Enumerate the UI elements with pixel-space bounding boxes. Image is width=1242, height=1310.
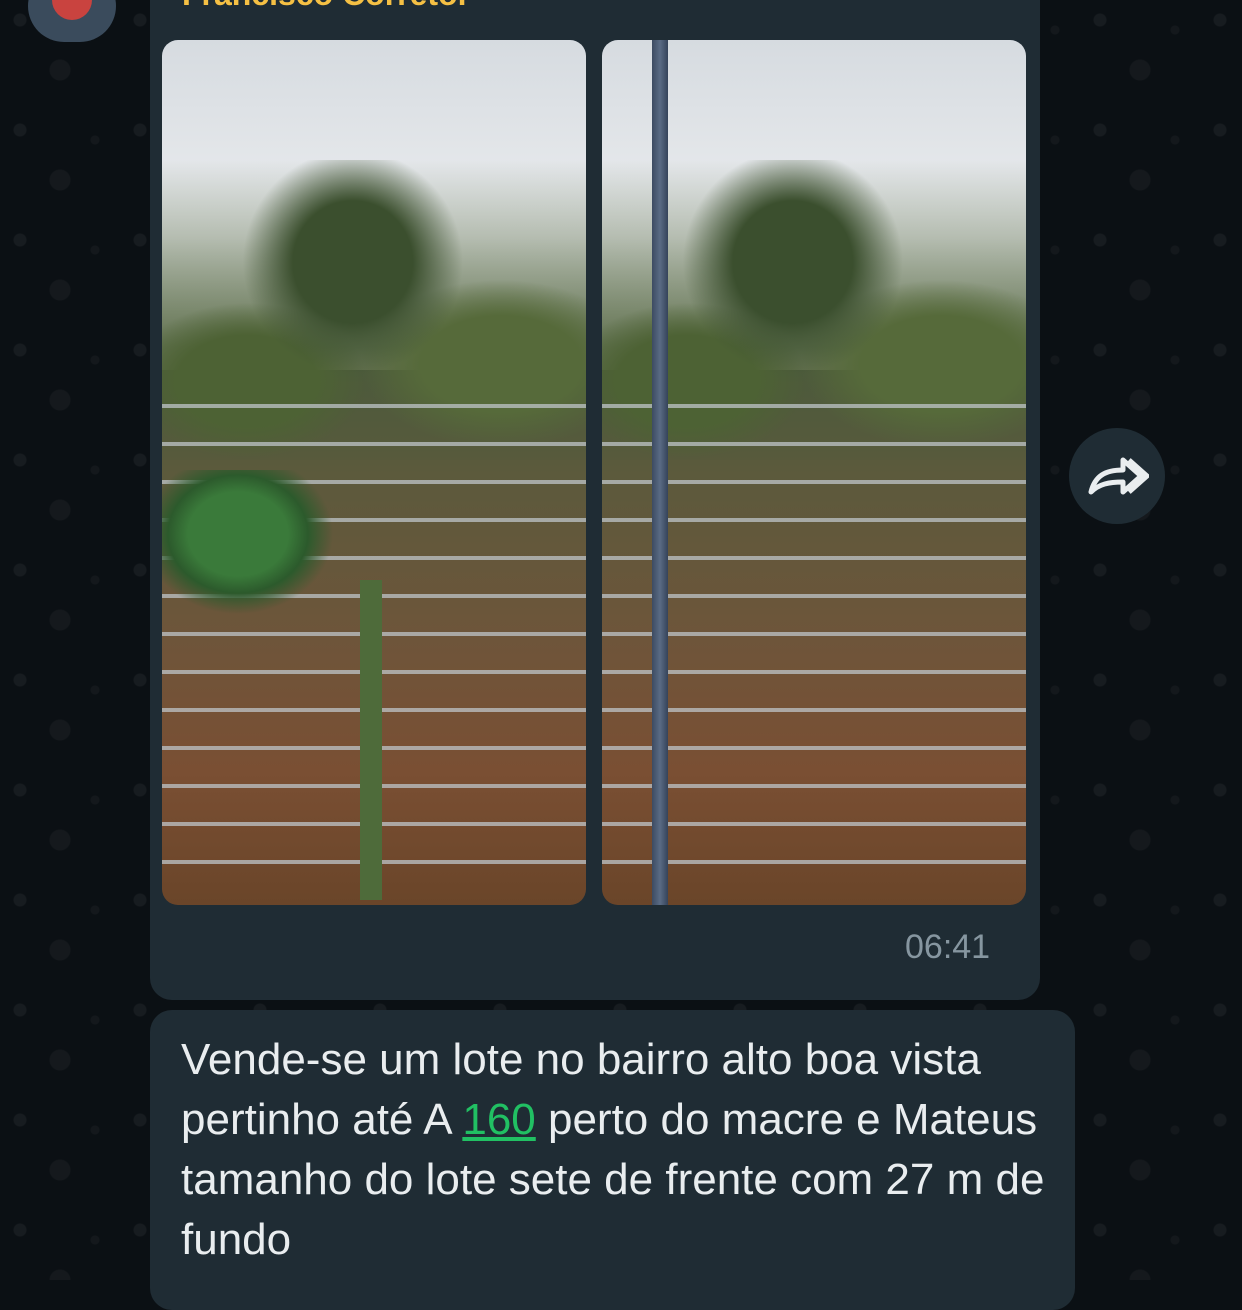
sender-name[interactable]: Francisco Corretor [182, 0, 470, 13]
papaya-plant [162, 470, 352, 630]
avatar-image [52, 0, 92, 20]
message-text: Vende-se um lote no bairro alto boa vist… [181, 1035, 1045, 1264]
photo-1[interactable] [162, 40, 586, 905]
photo-2[interactable] [602, 40, 1026, 905]
pole [652, 40, 668, 905]
forward-icon [1088, 457, 1149, 495]
forward-button[interactable] [1069, 428, 1165, 524]
number-link[interactable]: 160 [462, 1095, 535, 1144]
message-time: 06:41 [905, 928, 991, 966]
